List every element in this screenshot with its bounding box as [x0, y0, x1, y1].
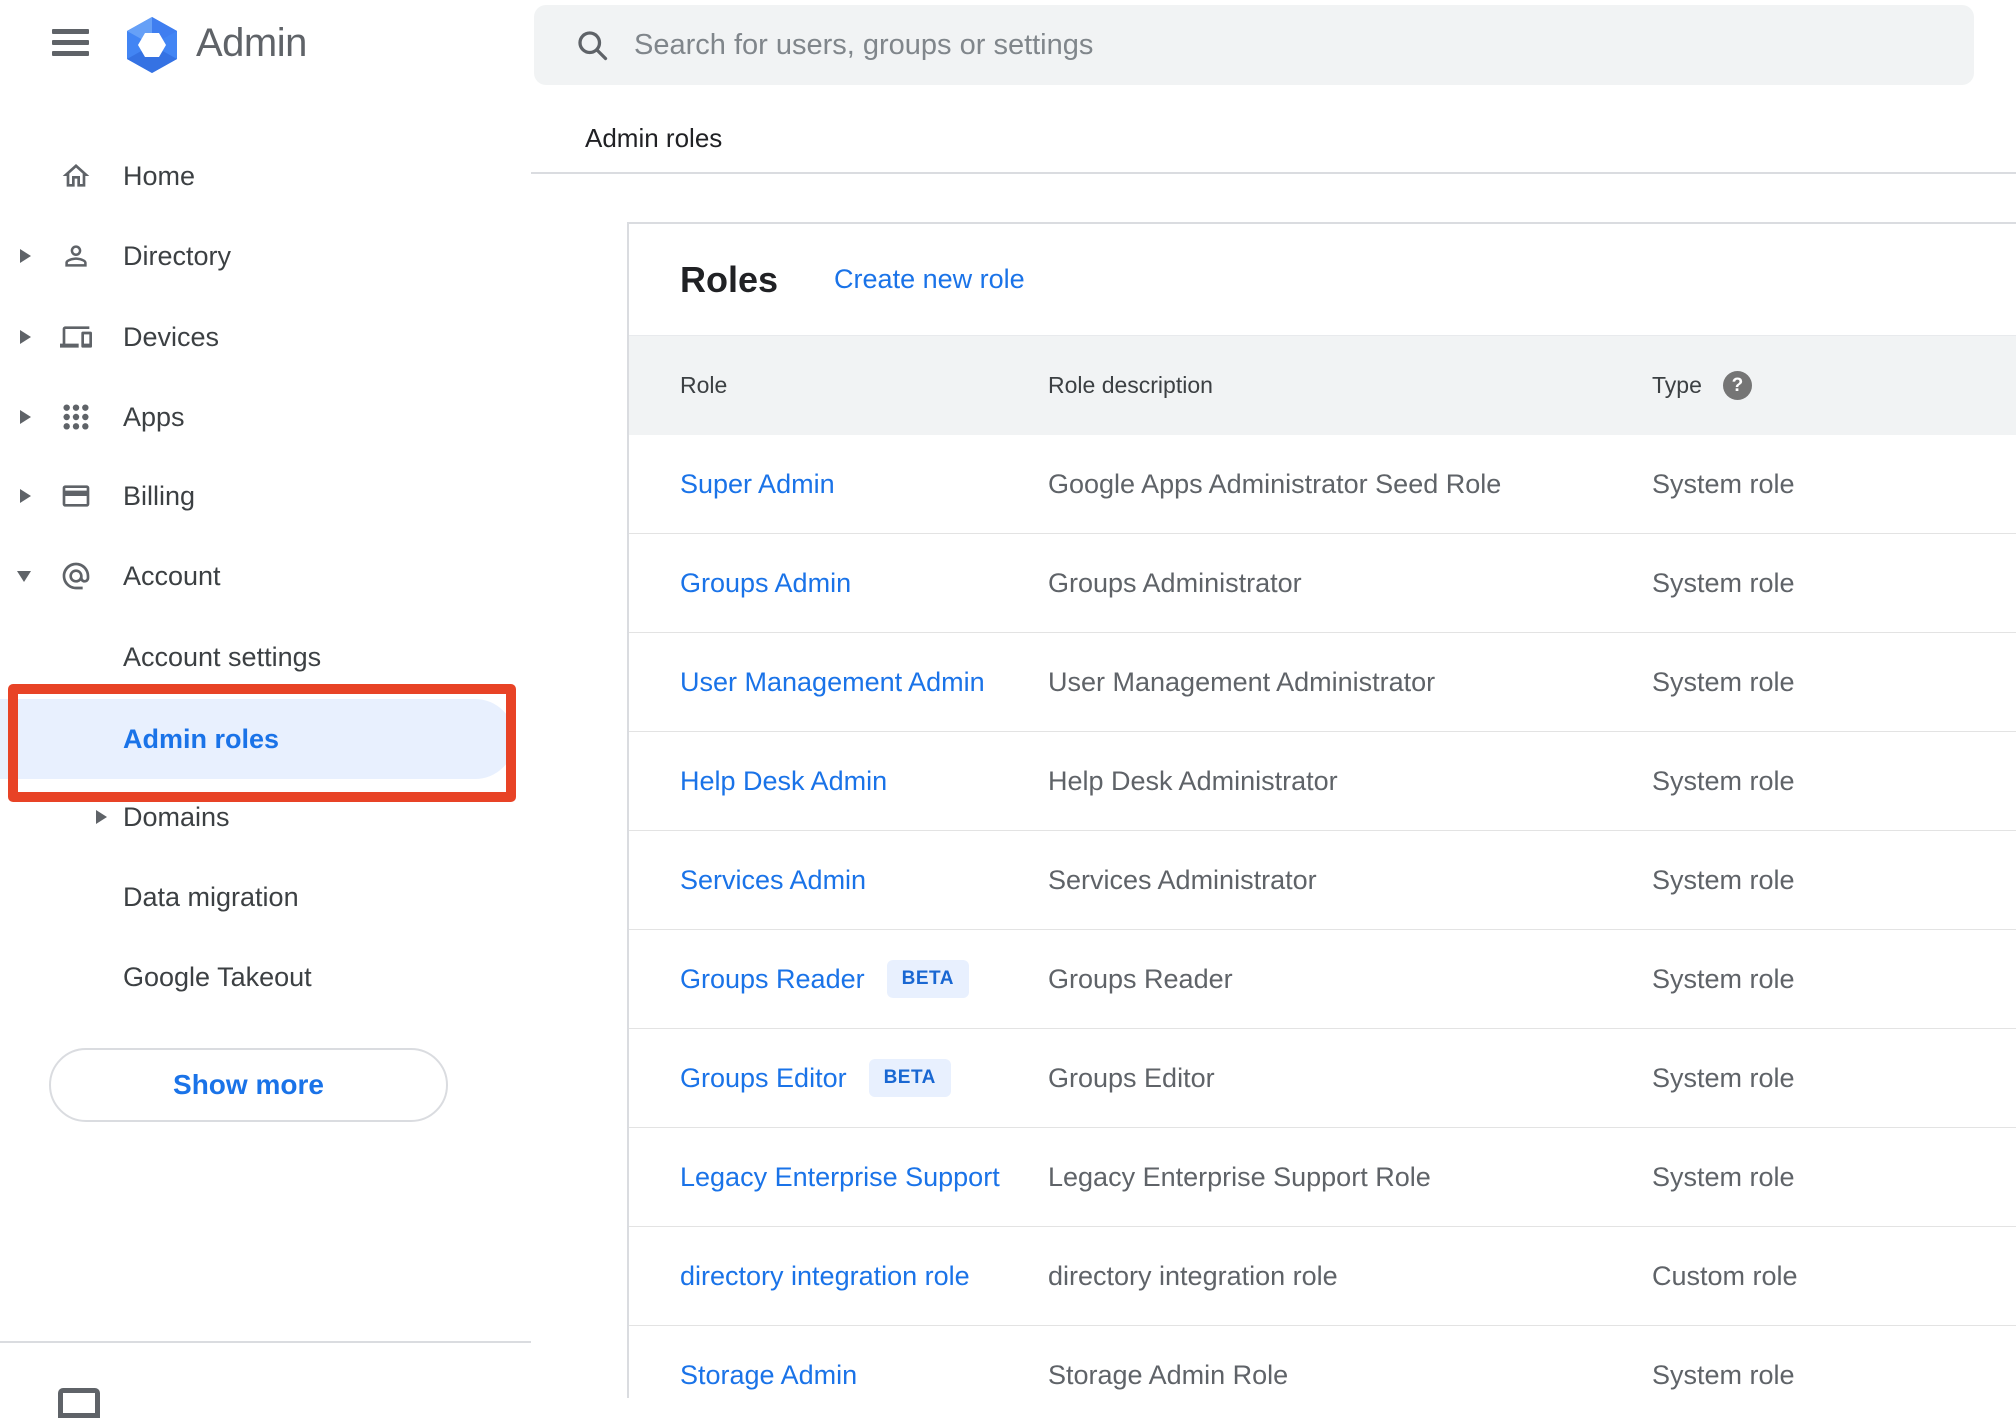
role-link[interactable]: Legacy Enterprise Support	[680, 1162, 1000, 1193]
sidebar-item-apps[interactable]: Apps	[0, 377, 531, 457]
chevron-right-icon[interactable]	[20, 489, 31, 503]
role-description: Groups Reader	[1048, 963, 1233, 994]
chevron-right-icon[interactable]	[20, 249, 31, 263]
header-divider	[531, 172, 2016, 174]
sidebar-item-label: Account	[123, 560, 221, 591]
sidebar-item-label: Data migration	[123, 881, 299, 912]
sidebar-item-data-migration[interactable]: Data migration	[0, 857, 531, 937]
role-link[interactable]: Super Admin	[680, 469, 835, 500]
role-type: System role	[1652, 1062, 1795, 1093]
home-icon	[60, 160, 92, 192]
feedback-icon[interactable]	[58, 1388, 100, 1418]
column-header-role: Role	[680, 372, 728, 398]
role-type: System role	[1652, 1161, 1795, 1192]
role-description: Storage Admin Role	[1048, 1359, 1289, 1390]
role-description: Google Apps Administrator Seed Role	[1048, 468, 1502, 499]
devices-icon	[60, 321, 92, 353]
role-link[interactable]: Groups Admin	[680, 568, 851, 599]
table-row: User Management Admin User Management Ad…	[629, 633, 2016, 732]
table-row: Help Desk Admin Help Desk Administrator …	[629, 732, 2016, 831]
beta-badge: BETA	[868, 1059, 951, 1097]
sidebar-item-label: Devices	[123, 321, 220, 352]
sidebar-item-directory[interactable]: Directory	[0, 216, 531, 296]
role-link[interactable]: User Management Admin	[680, 667, 985, 698]
page-title: Roles	[680, 258, 779, 300]
sidebar-item-account[interactable]: Account	[0, 536, 531, 616]
sidebar-item-billing[interactable]: Billing	[0, 456, 531, 536]
chevron-right-icon[interactable]	[20, 330, 31, 344]
create-new-role-link[interactable]: Create new role	[834, 264, 1025, 295]
role-type: System role	[1652, 666, 1795, 697]
sidebar-item-label: Apps	[123, 401, 185, 432]
roles-card: Roles Create new role Role Role descript…	[627, 222, 2016, 1398]
hamburger-menu-icon[interactable]	[52, 29, 89, 58]
role-link[interactable]: Storage Admin	[680, 1360, 857, 1391]
column-header-type: Type ?	[1652, 371, 2016, 400]
role-type: System role	[1652, 468, 1795, 499]
sidebar-item-label: Account settings	[123, 641, 322, 672]
table-row: Groups Admin Groups Administrator System…	[629, 534, 2016, 633]
sidebar-item-google-takeout[interactable]: Google Takeout	[0, 937, 531, 1017]
table-row: directory integration role directory int…	[629, 1227, 2016, 1326]
role-type: System role	[1652, 864, 1795, 895]
google-admin-logo-icon	[127, 17, 177, 73]
search-input[interactable]: Search for users, groups or settings	[534, 5, 1974, 85]
beta-badge: BETA	[886, 960, 969, 998]
role-link[interactable]: directory integration role	[680, 1261, 970, 1292]
sidebar-divider	[0, 1341, 531, 1343]
table-row: Groups Editor BETA Groups Editor System …	[629, 1029, 2016, 1128]
role-description: directory integration role	[1048, 1260, 1338, 1291]
sidebar-item-label: Domains	[123, 801, 230, 832]
chevron-down-icon[interactable]	[17, 570, 31, 582]
role-description: Services Administrator	[1048, 864, 1317, 895]
table-row: Legacy Enterprise Support Legacy Enterpr…	[629, 1128, 2016, 1227]
sidebar-item-admin-roles[interactable]: Admin roles	[0, 699, 531, 779]
show-more-button[interactable]: Show more	[49, 1048, 448, 1122]
role-description: Groups Administrator	[1048, 567, 1302, 598]
table-row: Services Admin Services Administrator Sy…	[629, 831, 2016, 930]
sidebar-item-home[interactable]: Home	[0, 136, 531, 216]
sidebar-item-label: Admin roles	[123, 723, 280, 754]
app-title: Admin	[196, 21, 307, 65]
sidebar-item-label: Google Takeout	[123, 961, 312, 992]
role-link[interactable]: Help Desk Admin	[680, 766, 887, 797]
sidebar-item-domains[interactable]: Domains	[0, 777, 531, 857]
table-row: Super Admin Google Apps Administrator Se…	[629, 435, 2016, 534]
role-link[interactable]: Groups Reader	[680, 964, 865, 995]
person-icon	[60, 240, 92, 272]
table-header-row: Role Role description Type ?	[629, 335, 2016, 435]
apps-grid-icon	[60, 401, 92, 433]
search-placeholder: Search for users, groups or settings	[634, 28, 1094, 61]
role-description: Legacy Enterprise Support Role	[1048, 1161, 1431, 1192]
role-link[interactable]: Services Admin	[680, 865, 866, 896]
table-row: Storage Admin Storage Admin Role System …	[629, 1326, 2016, 1398]
role-type: System role	[1652, 963, 1795, 994]
role-description: User Management Administrator	[1048, 666, 1436, 697]
role-description: Help Desk Administrator	[1048, 765, 1338, 796]
chevron-right-icon[interactable]	[96, 810, 107, 824]
breadcrumb: Admin roles	[585, 123, 723, 153]
table-row: Groups Reader BETA Groups Reader System …	[629, 930, 2016, 1029]
role-type: System role	[1652, 1359, 1795, 1390]
role-type: System role	[1652, 765, 1795, 796]
help-question-icon[interactable]: ?	[1722, 371, 1752, 400]
at-sign-icon	[60, 560, 92, 592]
credit-card-icon	[60, 480, 92, 512]
role-link[interactable]: Groups Editor	[680, 1063, 847, 1094]
sidebar-item-account-settings[interactable]: Account settings	[0, 617, 531, 697]
role-type: Custom role	[1652, 1260, 1798, 1291]
sidebar-item-label: Billing	[123, 480, 196, 511]
role-description: Groups Editor	[1048, 1062, 1215, 1093]
chevron-right-icon[interactable]	[20, 410, 31, 424]
sidebar-item-label: Home	[123, 160, 196, 191]
sidebar-item-devices[interactable]: Devices	[0, 297, 531, 377]
column-header-role-description: Role description	[1048, 372, 1213, 398]
search-icon	[578, 31, 608, 61]
role-type: System role	[1652, 567, 1795, 598]
sidebar-item-label: Directory	[123, 240, 232, 271]
